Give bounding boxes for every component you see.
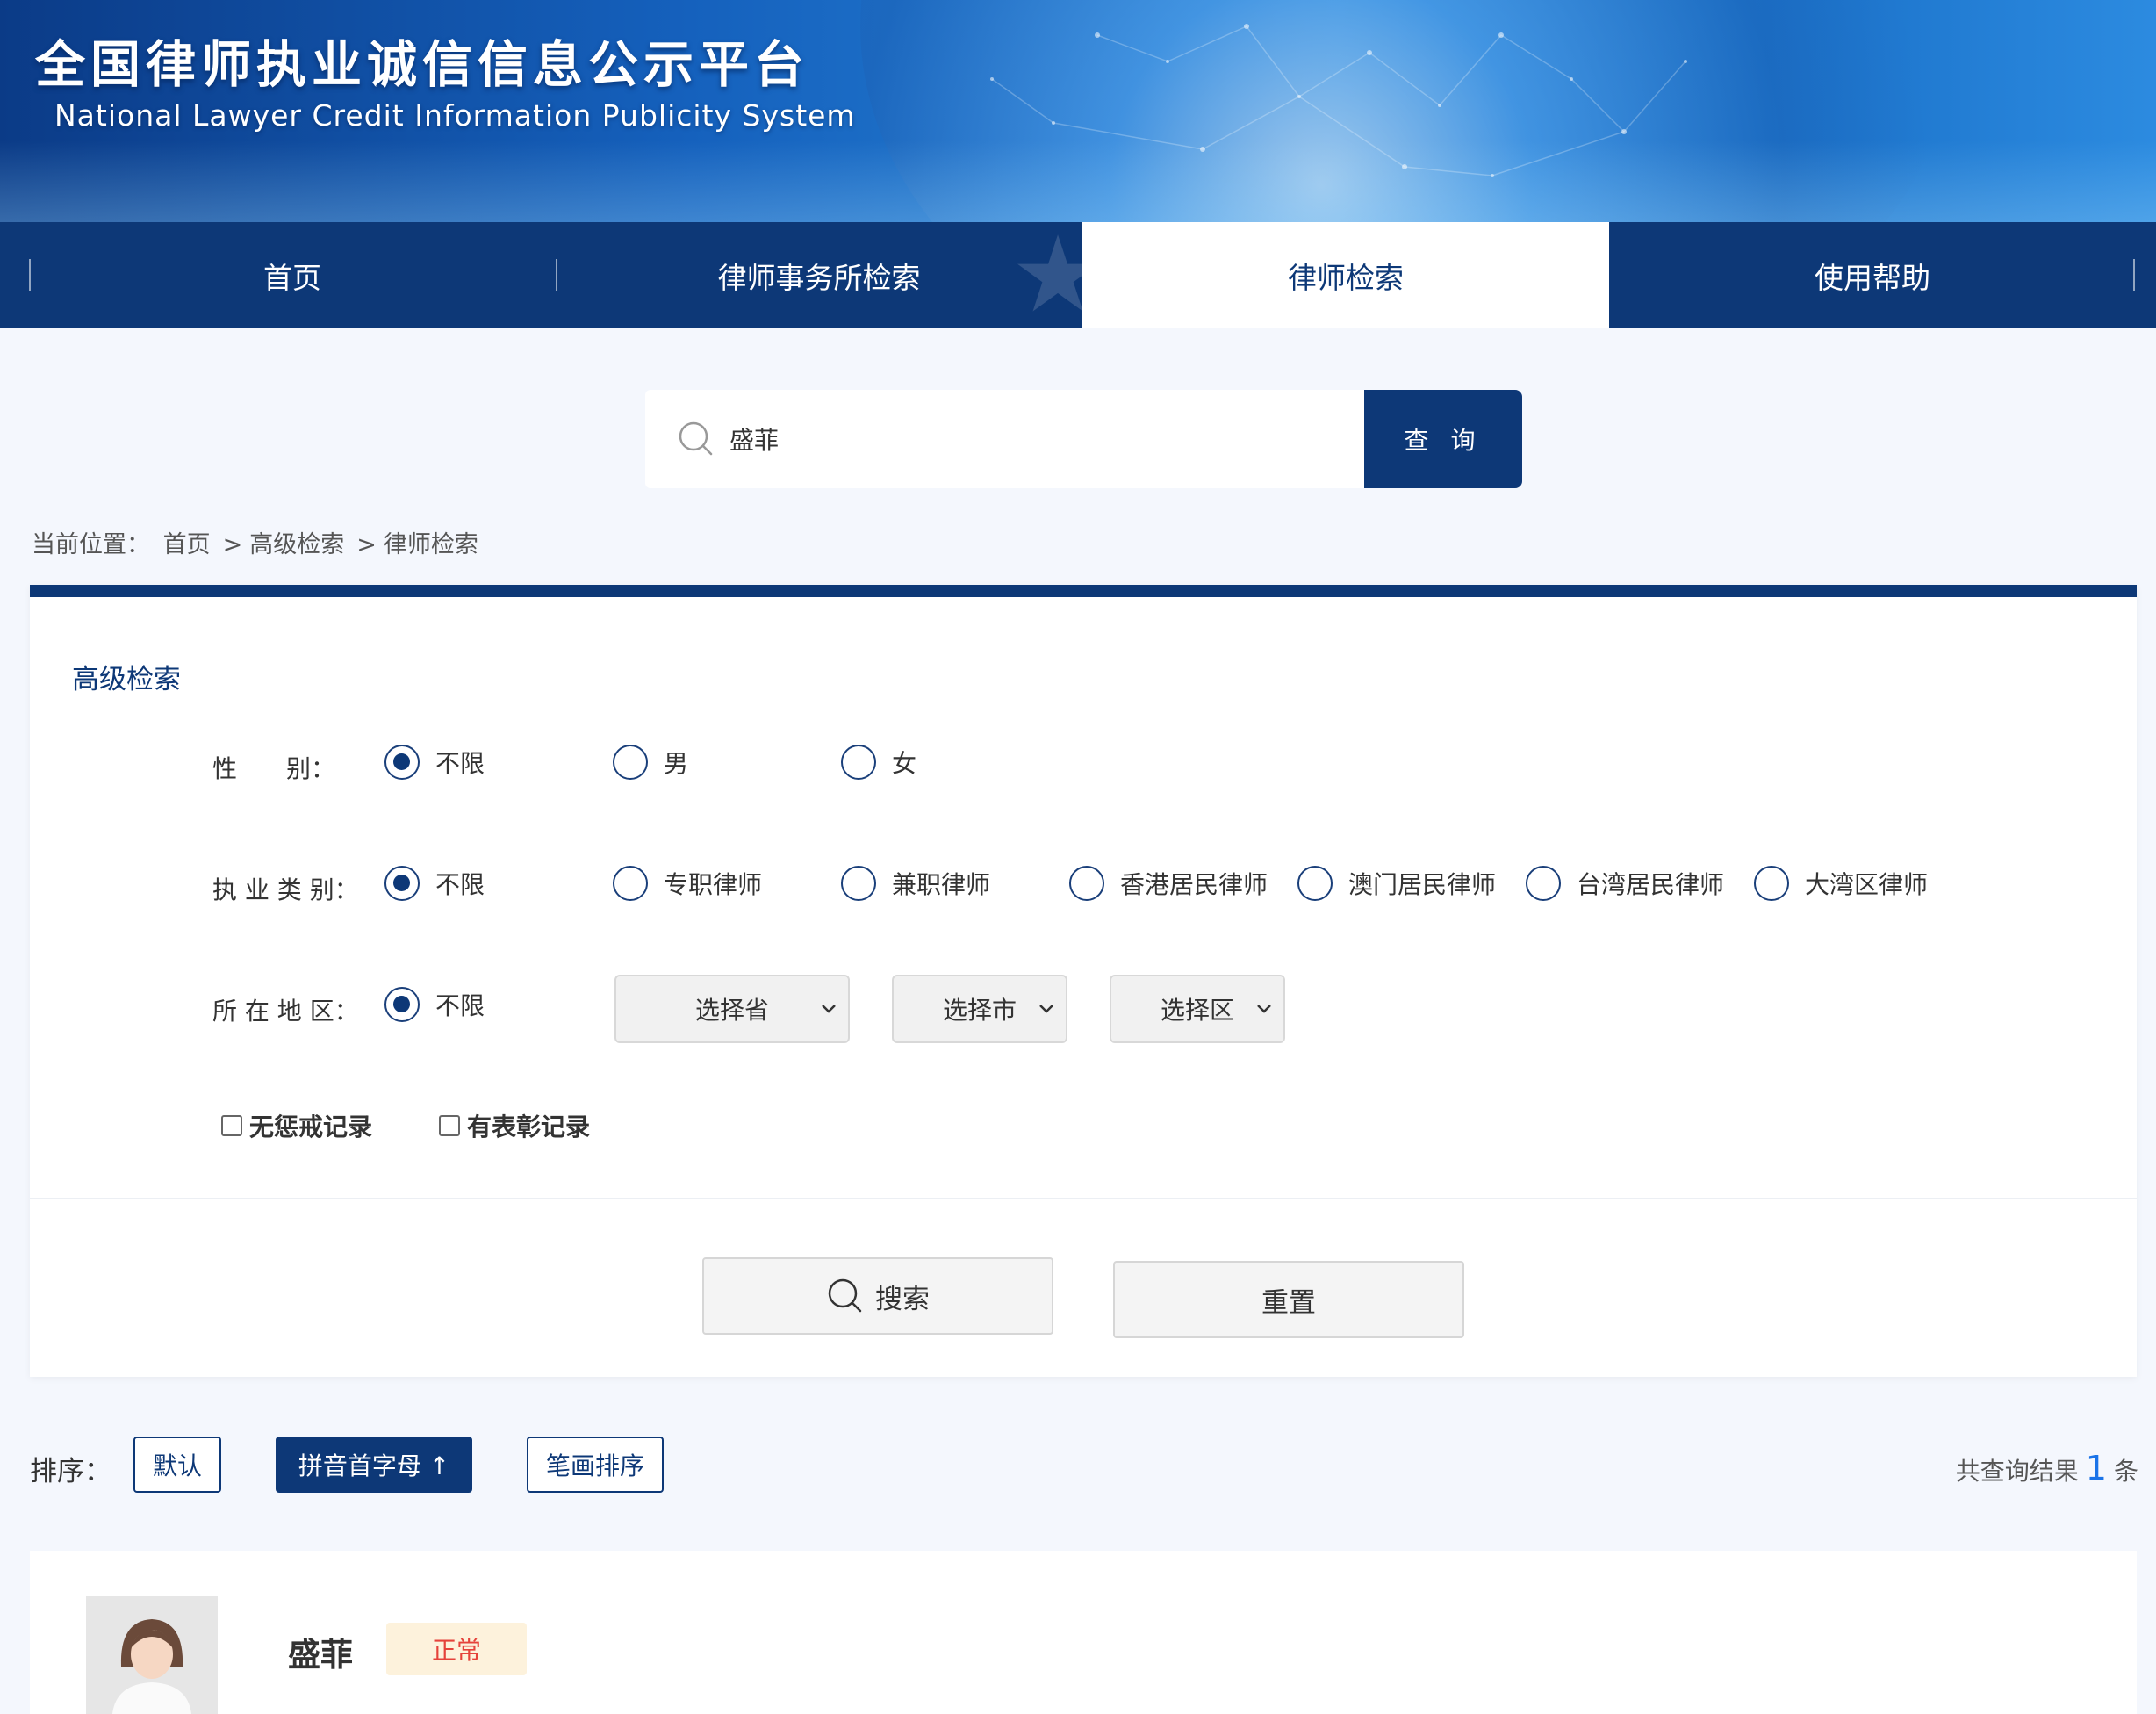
sort-default-button[interactable]: 默认 (133, 1437, 221, 1493)
practice-option-greater-bay[interactable]: 大湾区律师 (1754, 866, 1928, 901)
nav-lawyer-search[interactable]: 律师检索 (1082, 222, 1609, 328)
province-select[interactable]: 选择省 (614, 975, 850, 1043)
result-count: 共查询结果 1 条 (1955, 1449, 2138, 1487)
breadcrumb-advanced[interactable]: 高级检索 (249, 531, 344, 558)
query-button[interactable]: 查 询 (1364, 390, 1522, 488)
radio-icon (1069, 866, 1104, 901)
chevron-down-icon (1039, 1005, 1053, 1013)
radio-icon (613, 866, 648, 901)
result-count-number: 1 (2085, 1449, 2107, 1487)
district-select[interactable]: 选择区 (1110, 975, 1285, 1043)
breadcrumb: 当前位置： 首页 > 高级检索 > 律师检索 (32, 531, 478, 558)
status-badge: 正常 (386, 1623, 527, 1675)
panel-divider (30, 1198, 2137, 1199)
search-icon (679, 421, 713, 456)
main-nav: 首页 律师事务所检索 律师检索 使用帮助 (0, 222, 2156, 328)
search-button[interactable]: 搜索 (702, 1257, 1053, 1335)
female-avatar-icon (86, 1596, 218, 1714)
gender-option-female[interactable]: 女 (841, 745, 916, 780)
radio-icon (841, 866, 876, 901)
practice-option-parttime[interactable]: 兼职律师 (841, 866, 990, 901)
search-icon (828, 1278, 862, 1313)
top-search-bar (645, 390, 1365, 488)
radio-checked-icon (384, 866, 420, 901)
practice-option-taiwan[interactable]: 台湾居民律师 (1526, 866, 1724, 901)
practice-option-hongkong[interactable]: 香港居民律师 (1069, 866, 1268, 901)
radio-icon (613, 745, 648, 780)
practice-option-fulltime[interactable]: 专职律师 (613, 866, 762, 901)
panel-title: 高级检索 (72, 664, 181, 695)
nav-home[interactable]: 首页 (29, 222, 556, 328)
practice-option-any[interactable]: 不限 (384, 866, 485, 901)
radio-icon (1297, 866, 1333, 901)
radio-icon (1754, 866, 1789, 901)
site-subtitle: National Lawyer Credit Information Publi… (54, 98, 856, 133)
breadcrumb-home[interactable]: 首页 (163, 531, 211, 558)
has-commendation-checkbox[interactable]: 有表彰记录 (439, 1108, 590, 1143)
chevron-down-icon (822, 1005, 836, 1013)
reset-button[interactable]: 重置 (1113, 1261, 1464, 1338)
nav-law-firm-search[interactable]: 律师事务所检索 (556, 222, 1082, 328)
radio-checked-icon (384, 987, 420, 1022)
gender-label: 性 别： (212, 754, 336, 783)
lawyer-name[interactable]: 盛菲 (288, 1628, 353, 1675)
nav-divider (29, 259, 31, 291)
avatar (86, 1596, 218, 1714)
site-title: 全国律师执业诚信信息公示平台 (35, 36, 809, 94)
breadcrumb-current: 律师检索 (383, 531, 478, 558)
radio-icon (841, 745, 876, 780)
practice-option-macau[interactable]: 澳门居民律师 (1297, 866, 1496, 901)
sort-label: 排序： (30, 1456, 111, 1487)
region-label: 所 在 地 区： (212, 997, 359, 1026)
practice-type-label: 执 业 类 别： (212, 875, 359, 904)
gender-option-male[interactable]: 男 (613, 745, 688, 780)
city-select[interactable]: 选择市 (892, 975, 1067, 1043)
checkbox-icon (439, 1115, 460, 1136)
lawyer-result-card[interactable]: 盛菲 正常 (30, 1551, 2137, 1714)
sort-stroke-button[interactable]: 笔画排序 (527, 1437, 664, 1493)
search-input[interactable] (728, 423, 1290, 455)
sort-pinyin-button[interactable]: 拼音首字母 ↑ (276, 1437, 472, 1493)
nav-help[interactable]: 使用帮助 (1609, 222, 2136, 328)
nav-divider (2133, 259, 2135, 291)
nav-divider (556, 259, 557, 291)
radio-icon (1526, 866, 1561, 901)
gender-option-any[interactable]: 不限 (384, 745, 485, 780)
region-option-any[interactable]: 不限 (384, 987, 485, 1022)
breadcrumb-prefix: 当前位置： (32, 531, 150, 558)
chevron-down-icon (1257, 1005, 1271, 1013)
no-discipline-checkbox[interactable]: 无惩戒记录 (221, 1108, 372, 1143)
advanced-search-panel: 高级检索 性 别： 不限 男 女 执 业 类 别： 不限 专职律师 兼职律师 香… (30, 585, 2137, 1377)
header-banner: 全国律师执业诚信信息公示平台 National Lawyer Credit In… (0, 0, 2156, 222)
checkbox-icon (221, 1115, 242, 1136)
radio-checked-icon (384, 745, 420, 780)
